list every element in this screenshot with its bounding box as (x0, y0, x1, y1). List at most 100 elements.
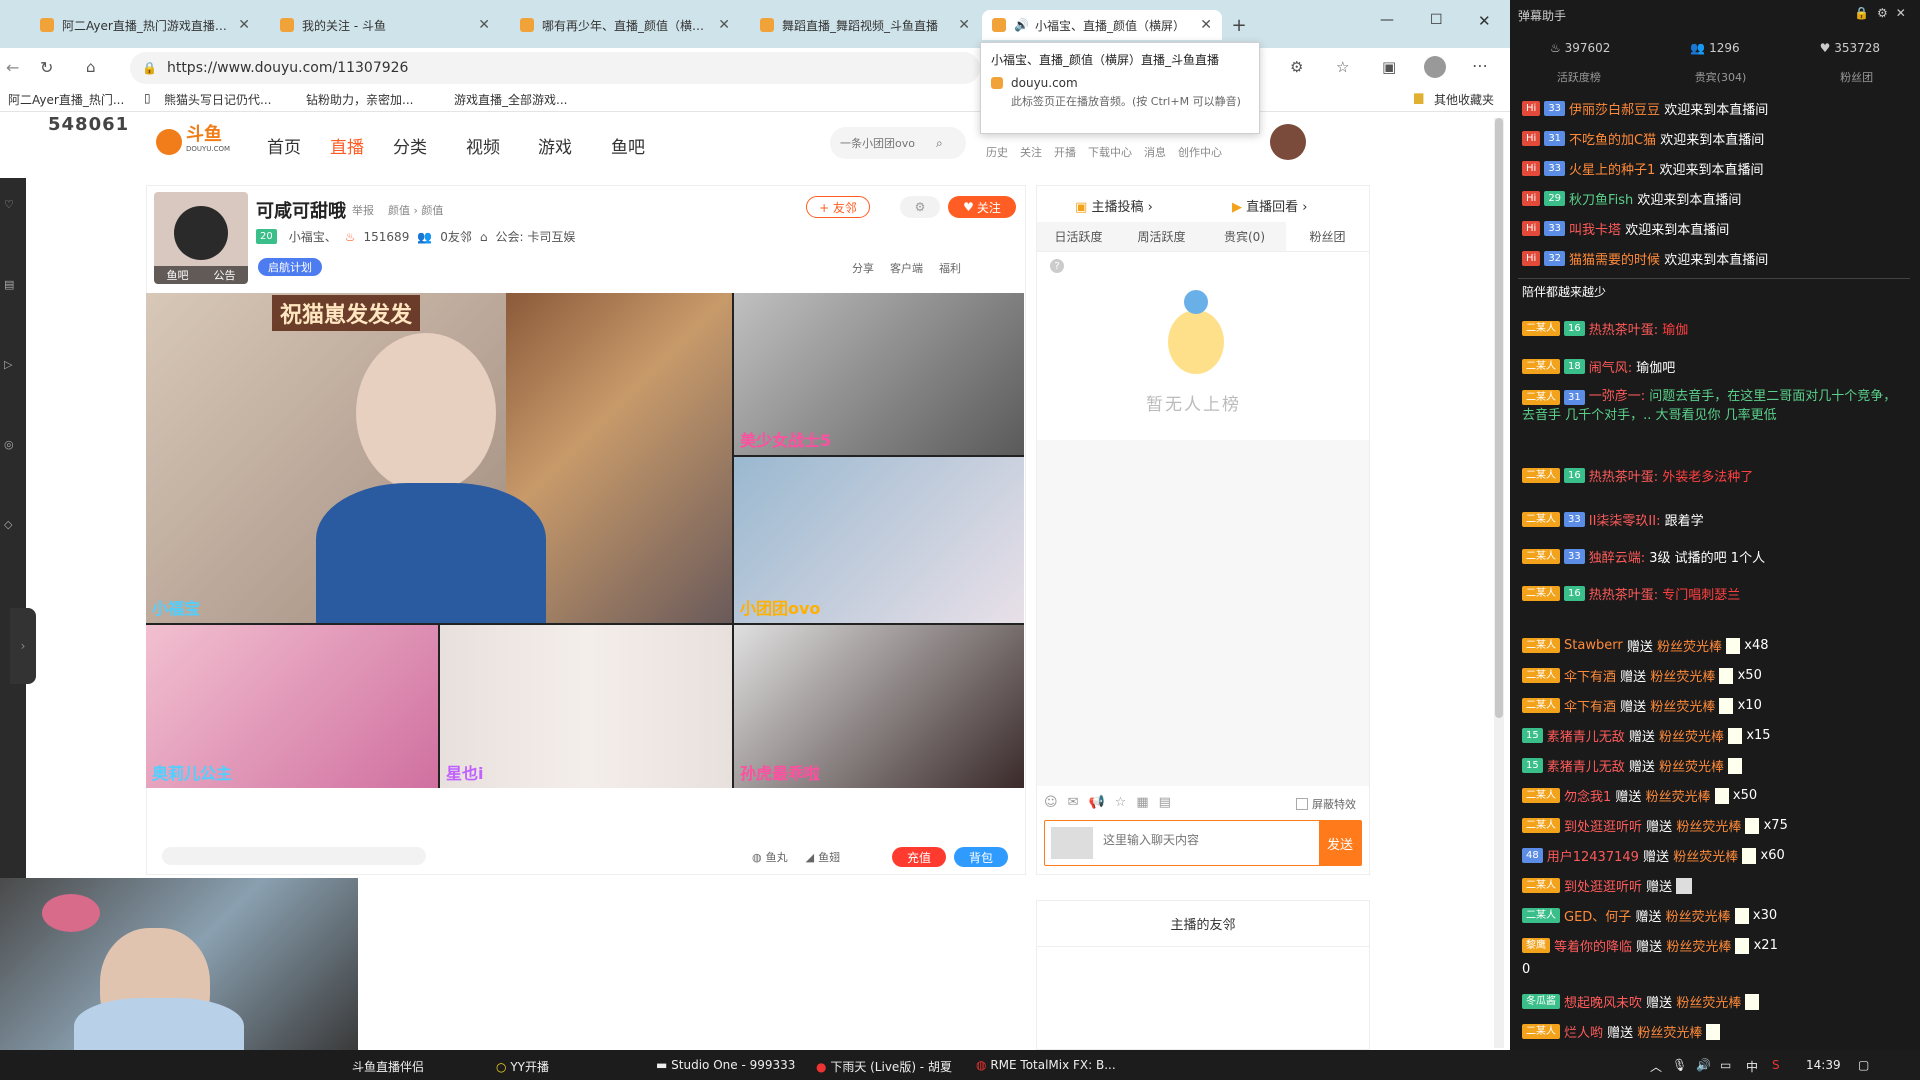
share-link[interactable]: 分享 (852, 260, 874, 276)
taskbar-item[interactable]: ● 下雨天 (Live版) - 胡夏 (816, 1058, 952, 1075)
nav-fishbar[interactable]: 鱼吧 (611, 133, 645, 158)
nav-game[interactable]: 游戏 (538, 133, 572, 158)
replay-link[interactable]: ▶ 直播回看 › (1232, 196, 1307, 215)
follow-link[interactable]: 关注 (1020, 144, 1042, 160)
mail-icon[interactable]: ✉ (1068, 795, 1079, 810)
star-icon[interactable]: ☆ (1115, 795, 1127, 810)
close-icon[interactable]: ✕ (1896, 6, 1906, 20)
mic-icon[interactable]: 🎙 (1672, 1058, 1687, 1072)
close-tab-icon[interactable]: ✕ (718, 17, 730, 33)
taskbar-item[interactable]: ◍ RME TotalMix FX: B... (976, 1058, 1116, 1072)
close-window-icon[interactable]: ✕ (1478, 12, 1491, 30)
speaker-icon[interactable]: 🔊 (1014, 18, 1029, 32)
profile-avatar[interactable] (1424, 56, 1446, 78)
search-box[interactable]: ⌕ (830, 127, 966, 159)
sidebar-expand-icon[interactable]: › (10, 608, 36, 684)
douyu-logo[interactable]: 斗鱼 DOUYU.COM (156, 126, 230, 156)
submission-link[interactable]: ▣ 主播投稿 › (1075, 196, 1153, 215)
volume-icon[interactable]: 🔊 (1696, 1058, 1711, 1072)
sticker-icon[interactable] (1051, 827, 1093, 859)
streamer-avatar[interactable]: 鱼吧 公告 (154, 192, 248, 284)
bookmark-item[interactable]: 熊猫头写日记仍代... (164, 91, 271, 108)
tab-weekly[interactable]: 周活跃度 (1120, 222, 1203, 251)
other-bookmarks[interactable]: 其他收藏夹 (1434, 91, 1494, 108)
clock[interactable]: 14:39 (1806, 1058, 1841, 1072)
tab-activity[interactable]: 活跃度榜 (1557, 69, 1601, 85)
browser-tab-active[interactable]: 🔊 小福宝、直播_颜值（横屏） ✕ (982, 10, 1222, 40)
card-icon[interactable]: ▤ (1159, 795, 1171, 810)
refresh-icon[interactable]: ↻ (40, 58, 53, 77)
client-link[interactable]: 客户端 (890, 260, 923, 276)
taskbar-item[interactable]: ▬ Studio One - 999333 (656, 1058, 795, 1072)
megaphone-icon[interactable]: 📢 (1088, 795, 1104, 810)
gift-slider[interactable] (162, 847, 426, 865)
tab-vip[interactable]: 贵宾(0) (1203, 222, 1286, 251)
close-tab-icon[interactable]: ✕ (478, 17, 490, 33)
nav-video[interactable]: 视频 (466, 133, 500, 158)
user-avatar[interactable] (1270, 124, 1306, 160)
emoji-icon[interactable]: ☺ (1044, 795, 1058, 810)
backpack-button[interactable]: 背包 (954, 847, 1008, 867)
nav-live[interactable]: 直播 (330, 133, 364, 158)
browser-tab[interactable]: 阿二Ayer直播_热门游戏直播_斗鱼 ✕ (30, 10, 260, 40)
nav-category[interactable]: 分类 (393, 133, 427, 158)
download-link[interactable]: 下载中心 (1088, 144, 1132, 160)
report-link[interactable]: 举报 (352, 202, 374, 218)
send-button[interactable]: 发送 (1319, 821, 1361, 865)
checkbox[interactable] (1296, 798, 1308, 810)
extensions-icon[interactable]: ⚙ (1290, 58, 1303, 76)
notification-icon[interactable]: ▢ (1858, 1058, 1869, 1072)
maximize-icon[interactable]: ☐ (1430, 12, 1443, 28)
search-icon[interactable]: ⌕ (936, 136, 943, 151)
more-menu-icon[interactable]: ⋯ (1472, 56, 1488, 75)
tray-chevron-icon[interactable]: ︿ (1650, 1058, 1662, 1075)
help-icon[interactable]: ? (1050, 259, 1064, 273)
welfare-link[interactable]: 福利 (939, 260, 961, 276)
tab-vip[interactable]: 贵宾(304) (1695, 69, 1747, 85)
broadcast-link[interactable]: 开播 (1054, 144, 1076, 160)
video-player[interactable]: 祝猫崽发发发 小福宝 美少女战士5 小团团ovo 奥莉儿公主 星也i 孙虎最乖啦 (146, 293, 1024, 788)
favorites-icon[interactable]: ☆ (1336, 58, 1349, 76)
bookmark-item[interactable]: 阿二Ayer直播_热门... (8, 91, 124, 108)
taskbar-item[interactable]: ○ YY开播 (496, 1058, 549, 1075)
taskbar-item[interactable]: 斗鱼直播伴侣 (352, 1058, 424, 1075)
lock-icon[interactable]: 🔒 (1854, 6, 1869, 20)
ime-indicator[interactable]: 中 (1746, 1058, 1758, 1075)
creator-link[interactable]: 创作中心 (1178, 144, 1222, 160)
gear-icon[interactable]: ⚙ (1877, 6, 1888, 20)
plan-button[interactable]: 启航计划 (258, 258, 322, 276)
tab-daily[interactable]: 日活跃度 (1037, 222, 1120, 251)
antivirus-icon[interactable]: S (1772, 1058, 1780, 1072)
nav-home[interactable]: 首页 (267, 133, 301, 158)
page-scrollbar[interactable] (1494, 118, 1504, 1048)
bookmark-item[interactable]: 游戏直播_全部游戏... (454, 91, 567, 108)
history-link[interactable]: 历史 (986, 144, 1008, 160)
search-input[interactable] (840, 136, 936, 150)
event-icon[interactable]: ◇ (4, 518, 12, 531)
follow-icon[interactable]: ♡ (4, 198, 14, 211)
settings-icon[interactable]: ⚙ (900, 196, 940, 218)
minimize-icon[interactable]: — (1380, 12, 1394, 28)
add-friend-button[interactable]: + 友邻 (806, 196, 870, 218)
tab-fans[interactable]: 粉丝团 (1840, 69, 1873, 85)
recharge-button[interactable]: 充值 (892, 847, 946, 867)
rank-icon[interactable]: ▤ (4, 278, 14, 291)
notice-tab[interactable]: 公告 (214, 267, 236, 283)
badge-icon[interactable]: ▦ (1136, 795, 1148, 810)
chat-input[interactable] (1103, 833, 1283, 847)
bookmark-item[interactable]: 钻粉助力，亲密加... (306, 91, 413, 108)
follow-button[interactable]: ♥ 关注 (948, 196, 1016, 218)
close-tab-icon[interactable]: ✕ (1200, 17, 1212, 33)
video-icon[interactable]: ▷ (4, 358, 12, 371)
collections-icon[interactable]: ▣ (1382, 58, 1396, 76)
browser-tab[interactable]: 哪有再少年、直播_颜值（横屏） ✕ (510, 10, 740, 40)
back-icon[interactable]: ← (6, 58, 19, 77)
home-icon[interactable]: ⌂ (86, 58, 96, 76)
new-tab-icon[interactable]: + (1228, 14, 1250, 36)
tab-fans[interactable]: 粉丝团 (1286, 222, 1369, 251)
browser-tab[interactable]: 舞蹈直播_舞蹈视频_斗鱼直播 ✕ (750, 10, 980, 40)
url-field[interactable]: 🔒 https://www.douyu.com/11307926 (130, 52, 980, 84)
game-icon[interactable]: ◎ (4, 438, 14, 451)
fishbar-tab[interactable]: 鱼吧 (167, 267, 189, 283)
category-link[interactable]: 颜值 › 颜值 (388, 202, 443, 218)
